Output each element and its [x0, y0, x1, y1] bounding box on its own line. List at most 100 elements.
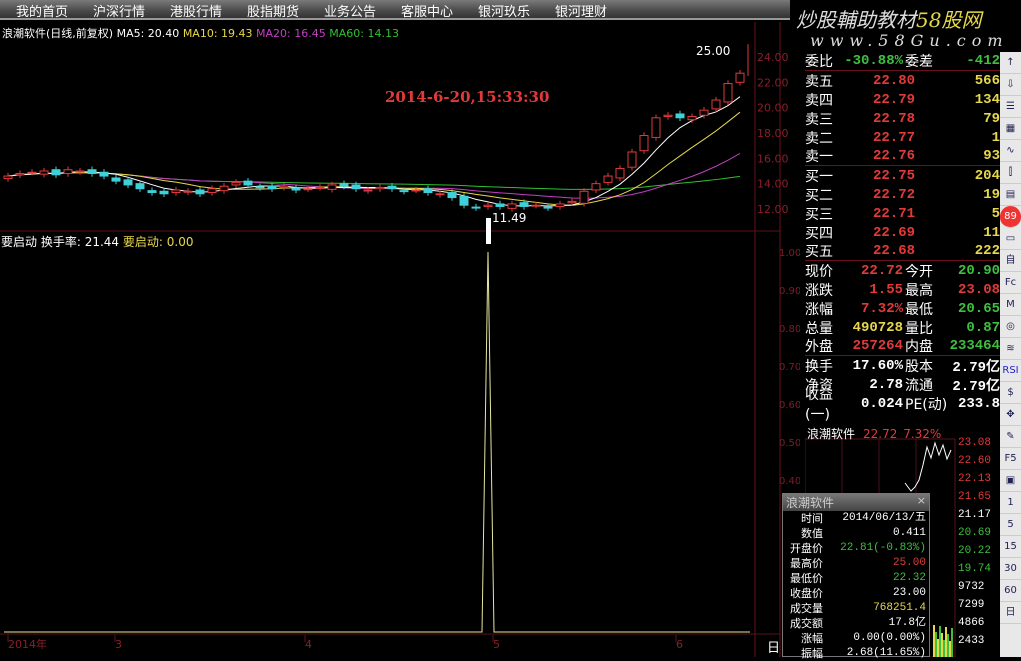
indicator-axis-label: 0.70	[779, 362, 800, 373]
toolbar-button-icon[interactable]: 30	[1000, 558, 1021, 580]
row-label: 买五	[805, 244, 833, 260]
candle-body	[207, 188, 217, 194]
toolbar-button-icon[interactable]: ◎	[1000, 316, 1021, 338]
candle-body	[603, 175, 613, 183]
toolbar-button-icon[interactable]: 60	[1000, 580, 1021, 602]
menu-item[interactable]: 业务公告	[308, 0, 385, 20]
mini-pct: 7.32%	[903, 427, 942, 441]
row-volume: 11	[983, 224, 1000, 241]
toolbar-button-icon[interactable]: 15	[1000, 536, 1021, 558]
quote-value: 17.60%	[852, 357, 903, 374]
row-label: 买一	[805, 168, 833, 185]
toolbar-button-icon[interactable]: ≋	[1000, 338, 1021, 360]
menu-item[interactable]: 沪深行情	[77, 0, 154, 20]
toolbar-button-icon[interactable]: M	[1000, 294, 1021, 316]
indicator-value: 要启动: 0.00	[122, 235, 194, 249]
row-volume: 204	[974, 167, 1000, 184]
popup-title: 浪潮软件	[786, 496, 835, 510]
toolbar-button-icon[interactable]: ✥	[1000, 404, 1021, 426]
quote-row: 总量 490728 量比 0.87	[805, 318, 1000, 337]
price-axis-label: 24.00	[757, 51, 789, 64]
menu-item[interactable]: 客服中心	[385, 0, 462, 20]
buy-row: 买三 22.71 5	[805, 204, 1000, 223]
toolbar-button-icon[interactable]: 日	[1000, 602, 1021, 624]
quote-value: 23.08	[957, 281, 1000, 298]
toolbar-button-icon[interactable]: 1	[1000, 492, 1021, 514]
quote-row: 现价 22.72 今开 20.90	[805, 261, 1000, 280]
indicator-axis-label: 0.90	[779, 286, 800, 297]
toolbar-button-icon[interactable]: 89	[1000, 206, 1021, 228]
candle-body	[15, 173, 25, 176]
kline-chart[interactable]: 24.00 22.00 20.00 18.00 16.00 14.00 12.00 1.00 0…	[0, 22, 800, 657]
popup-value: 22.81(-0.83%)	[840, 542, 926, 554]
popup-label: 涨幅	[801, 632, 823, 645]
toolbar-button-icon[interactable]: Fc	[1000, 272, 1021, 294]
toolbar-button-icon[interactable]: ∿	[1000, 140, 1021, 162]
row-label: 卖四	[805, 92, 833, 109]
x-axis-label: 3	[115, 638, 122, 651]
sell-row: 卖一 22.76 93	[805, 147, 1000, 166]
x-axis-label: 6	[676, 638, 683, 651]
toolbar-button-icon[interactable]: ⇩	[1000, 74, 1021, 96]
menu-item[interactable]: 股指期货	[231, 0, 308, 20]
menu-item[interactable]: 我的首页	[0, 0, 77, 20]
candle-body	[183, 190, 193, 193]
row-label: 卖一	[805, 149, 833, 165]
candle-body	[255, 186, 265, 189]
candle-body	[147, 190, 157, 194]
label: 委差	[905, 54, 933, 70]
right-toolbar: ↑ ⇩ ☰ ▦ ∿ ⫿ ▤ 89 ▭ 自 Fc M ◎ ≋ RSI $ ✥ ✎ F5 ▣ 1 5 15 30 60 日	[1000, 52, 1021, 657]
candle-body	[51, 169, 61, 176]
toolbar-button-icon[interactable]: ☰	[1000, 96, 1021, 118]
cursor-marker	[486, 218, 491, 244]
candle-body	[39, 170, 49, 175]
toolbar-button-icon[interactable]: F5	[1000, 448, 1021, 470]
toolbar-button-icon[interactable]: ▦	[1000, 118, 1021, 140]
popup-row: 数值 0.411	[783, 526, 929, 541]
toolbar-button-icon[interactable]: $	[1000, 382, 1021, 404]
row-price: 22.77	[872, 129, 915, 146]
period-label[interactable]: 日	[767, 637, 780, 656]
candle-body	[723, 83, 733, 103]
menu-item[interactable]: 银河玖乐	[462, 0, 539, 20]
candle-body	[591, 183, 601, 191]
toolbar-button-icon[interactable]: ▣	[1000, 470, 1021, 492]
popup-value: 0.411	[892, 527, 926, 539]
popup-header[interactable]: 浪潮软件 ×	[783, 494, 929, 511]
toolbar-button-icon[interactable]: ▭	[1000, 228, 1021, 250]
toolbar-button-icon[interactable]: ✎	[1000, 426, 1021, 448]
toolbar-button-icon[interactable]: ⫿	[1000, 162, 1021, 184]
indicator-axis-label: 1.00	[779, 248, 800, 259]
quote-label: PE(动)	[905, 396, 948, 413]
low-marker: 11.49	[492, 211, 527, 225]
quote-row: 涨跌 1.55 最高 23.08	[805, 280, 1000, 299]
toolbar-button-icon[interactable]: RSI	[1000, 360, 1021, 382]
row-label: 买四	[805, 225, 833, 242]
watermark-brand: 58股网	[916, 8, 982, 32]
candle-body	[375, 186, 385, 190]
candle-body	[423, 188, 433, 194]
row-price: 22.78	[872, 110, 915, 127]
mini-axis-label: 9732	[958, 581, 985, 593]
toolbar-button-icon[interactable]: 自	[1000, 250, 1021, 272]
candle-body	[111, 177, 121, 182]
row-volume: 5	[991, 205, 1000, 222]
mini-axis-label: 20.69	[958, 527, 992, 539]
close-icon[interactable]: ×	[917, 494, 926, 507]
quote-value: 0.87	[966, 319, 1000, 336]
candle-body	[711, 99, 721, 110]
candle-body	[363, 189, 373, 192]
row-price: 22.80	[872, 72, 915, 89]
toolbar-button-icon[interactable]: ▤	[1000, 184, 1021, 206]
toolbar-button-icon[interactable]: ↑	[1000, 52, 1021, 74]
price-axis-label: 22.00	[757, 76, 789, 89]
date-annotation: 2014-6-20,15:33:30	[385, 88, 550, 106]
popup-row: 成交额 17.8亿	[783, 616, 929, 631]
menu-item[interactable]: 银河理财	[539, 0, 616, 20]
menu-item[interactable]: 港股行情	[154, 0, 231, 20]
toolbar-button-icon[interactable]: 5	[1000, 514, 1021, 536]
popup-row: 涨幅 0.00(0.00%)	[783, 631, 929, 646]
data-tooltip-window[interactable]: 浪潮软件 × 时间 2014/06/13/五 数值 0.411 开盘价 22.81(-0.8…	[782, 493, 930, 660]
quote-row: 收益(一) 0.024 PE(动) 233.8	[805, 387, 1000, 423]
mini-volume-bar	[933, 625, 935, 657]
